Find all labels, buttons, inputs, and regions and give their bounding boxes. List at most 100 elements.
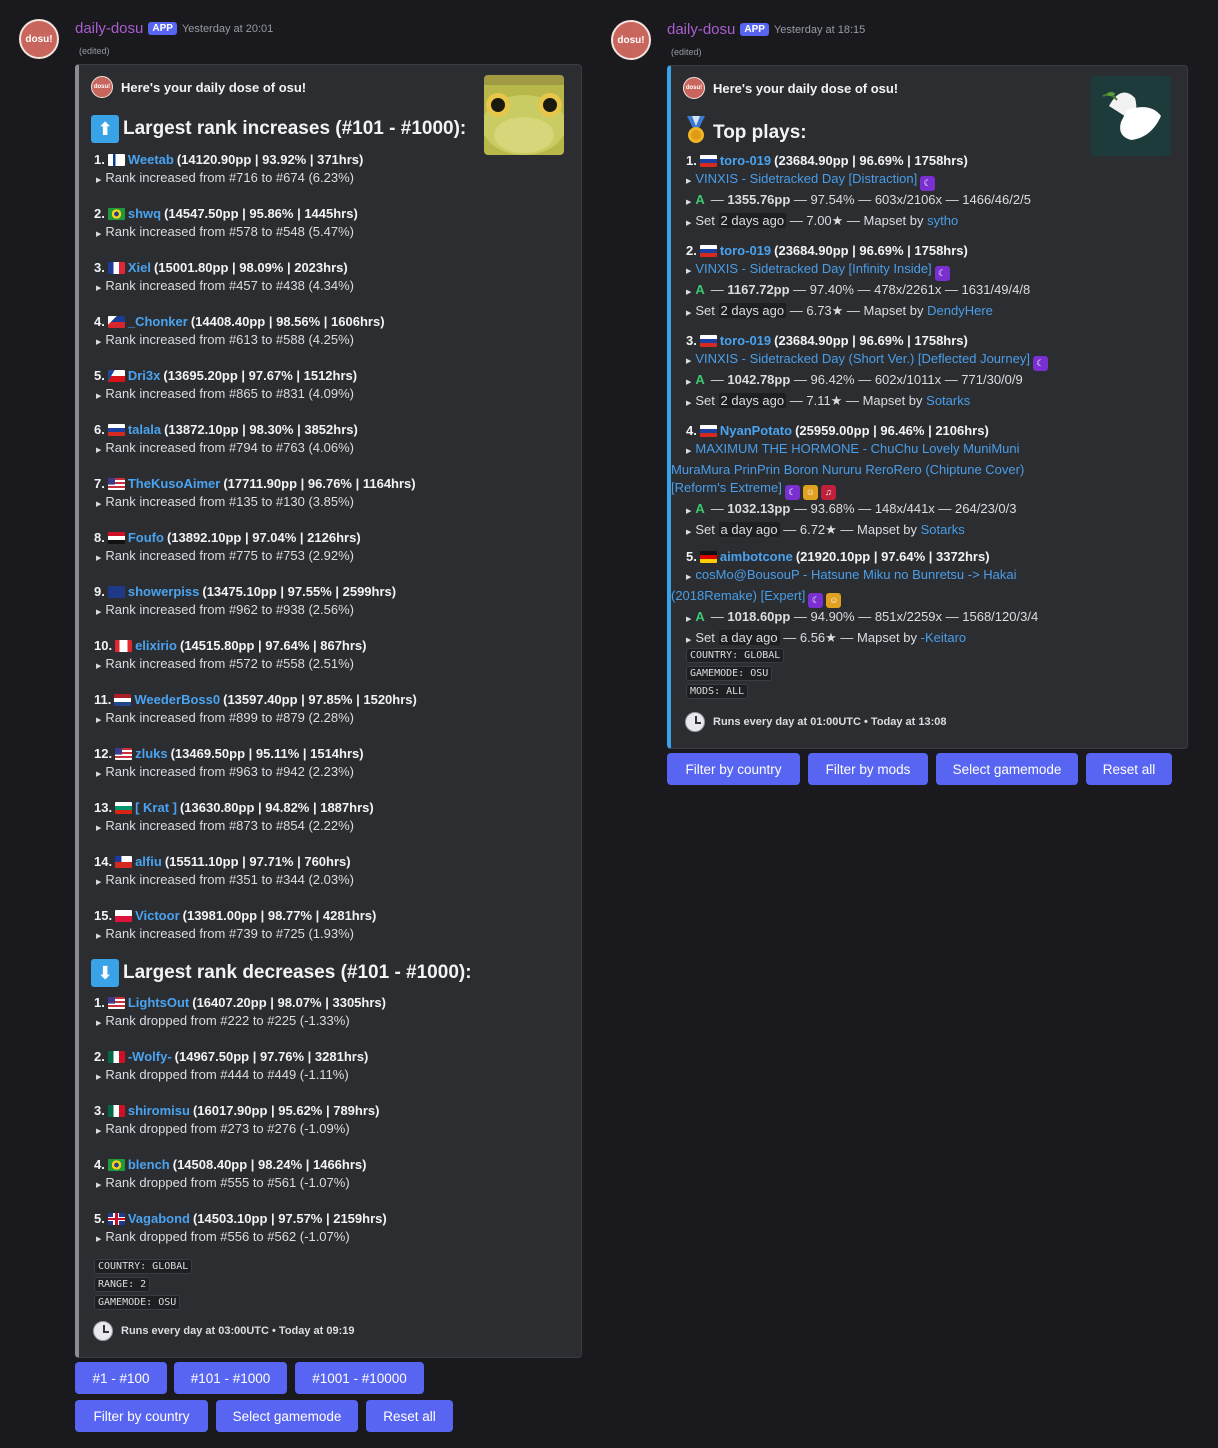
top-plays-title: Top plays: <box>683 116 807 150</box>
username-link[interactable]: Weetab <box>128 151 174 169</box>
clock-icon <box>685 712 705 732</box>
bullet-icon: ▶ <box>686 199 692 206</box>
increases-title-text: Largest rank increases (#101 - #1000): <box>123 118 467 139</box>
reset-all-button[interactable]: Reset all <box>1086 753 1172 785</box>
score-dash: — <box>710 282 728 297</box>
mapper-link[interactable]: DendyHere <box>927 303 993 318</box>
code-gamemode: GAMEMODE: OSU <box>94 1295 181 1310</box>
set-row: ▶ Set 2 days ago — 6.73★ — Mapset by Dend… <box>686 302 1030 323</box>
username-link[interactable]: -Wolfy- <box>128 1048 172 1066</box>
rank-change-text: Rank increased from #963 to #942 (2.23%) <box>105 764 354 779</box>
beatmap-link[interactable]: cosMo@BousouP - Hatsune Miku no Bunretsu… <box>695 567 1016 582</box>
mapper-link[interactable]: Sotarks <box>921 522 965 537</box>
rank-change-text: Rank increased from #613 to #588 (4.25%) <box>105 332 354 347</box>
set-time[interactable]: a day ago <box>718 522 780 537</box>
bullet-icon: ▶ <box>686 268 692 275</box>
username-link[interactable]: TheKusoAimer <box>128 475 220 493</box>
username-link[interactable]: elixirio <box>135 637 177 655</box>
beatmap-link[interactable]: VINXIS - Sidetracked Day [Distraction] <box>695 171 917 186</box>
range-1001-10000-button[interactable]: #1001 - #10000 <box>295 1362 424 1394</box>
dove-thumbnail[interactable] <box>1091 76 1171 156</box>
username-link[interactable]: Vagabond <box>128 1210 190 1228</box>
username-link[interactable]: shiromisu <box>128 1102 190 1120</box>
mapper-link[interactable]: sytho <box>927 213 958 228</box>
range-101-1000-button[interactable]: #101 - #1000 <box>174 1362 287 1394</box>
username-link[interactable]: toro-019 <box>720 242 771 260</box>
flag-ru-icon <box>699 245 717 257</box>
username-link[interactable]: _Chonker <box>128 313 188 331</box>
entry-detail: ▶ Rank increased from #351 to #344 (2.03%… <box>94 871 354 892</box>
beatmap-link[interactable]: MuraMura PrinPrin Boron Nururu ReroRero … <box>671 462 1024 477</box>
username-link[interactable]: Foufo <box>128 529 164 547</box>
username-link[interactable]: Dri3x <box>128 367 161 385</box>
frog-thumbnail[interactable] <box>484 75 564 155</box>
decrease-entry: 3. shiromisu (16017.90pp | 95.62% | 789hrs… <box>94 1102 379 1141</box>
flag-au-icon <box>107 586 125 598</box>
flag-ca-icon <box>115 640 133 652</box>
entry-header: 15. Victoor (13981.00pp | 98.77% | 4281hrs… <box>94 907 376 925</box>
play-header: 5. aimbotcone (21920.10pp | 97.64% | 3372h… <box>686 548 1038 566</box>
set-time[interactable]: 2 days ago <box>718 213 787 228</box>
set-time[interactable]: 2 days ago <box>718 393 787 408</box>
beatmap-link[interactable]: VINXIS - Sidetracked Day [Infinity Insid… <box>695 261 931 276</box>
beatmap-link[interactable]: MAXIMUM THE HORMONE - ChuChu Lovely Muni… <box>695 441 1019 456</box>
flag-de-icon <box>699 551 717 563</box>
username-link[interactable]: showerpiss <box>128 583 200 601</box>
bot-avatar[interactable]: dosu! <box>611 20 651 60</box>
score-dash: — <box>710 372 728 387</box>
username-link[interactable]: alfiu <box>135 853 162 871</box>
username-link[interactable]: WeederBoss0 <box>134 691 220 709</box>
filter-by-country-button[interactable]: Filter by country <box>667 753 800 785</box>
bot-avatar[interactable]: dosu! <box>19 19 59 59</box>
reset-all-button[interactable]: Reset all <box>366 1400 453 1432</box>
increase-entry: 13. [ Krat ] (13630.80pp | 94.82% | 1887hr… <box>94 799 374 838</box>
username-link[interactable]: [ Krat ] <box>135 799 177 817</box>
timestamp[interactable]: Yesterday at 20:01 <box>182 23 273 35</box>
set-time[interactable]: 2 days ago <box>718 303 787 318</box>
beatmap-row: [Reform's Extreme] ☾ ☺ ♫ <box>671 479 1024 500</box>
player-stats: (14967.50pp | 97.76% | 3281hrs) <box>174 1049 369 1064</box>
bot-name[interactable]: daily-dosu <box>667 21 735 38</box>
username-link[interactable]: zluks <box>135 745 168 763</box>
beatmap-link[interactable]: [Reform's Extreme] <box>671 480 782 495</box>
set-prefix: Set <box>695 393 719 408</box>
filter-by-country-button[interactable]: Filter by country <box>75 1400 208 1432</box>
mapper-link[interactable]: Sotarks <box>926 393 970 408</box>
entry-detail: ▶ Rank increased from #457 to #438 (4.34%… <box>94 277 354 298</box>
username-link[interactable]: toro-019 <box>720 332 771 350</box>
set-info: — 6.72★ — Mapset by <box>779 522 921 537</box>
bullet-icon: ▶ <box>686 616 692 623</box>
entry-detail: ▶ Rank increased from #578 to #548 (5.47%… <box>94 223 358 244</box>
select-gamemode-button[interactable]: Select gamemode <box>216 1400 358 1432</box>
set-time[interactable]: a day ago <box>718 630 780 645</box>
rank-a-icon: A <box>695 501 705 516</box>
username-link[interactable]: NyanPotato <box>720 422 792 440</box>
username-link[interactable]: aimbotcone <box>720 548 793 566</box>
author-text: Here's your daily dose of osu! <box>121 79 307 95</box>
username-link[interactable]: toro-019 <box>720 152 771 170</box>
timestamp[interactable]: Yesterday at 18:15 <box>774 24 865 36</box>
bullet-icon: ▶ <box>96 1020 102 1027</box>
beatmap-link[interactable]: VINXIS - Sidetracked Day (Short Ver.) [D… <box>695 351 1030 366</box>
player-stats: (13597.40pp | 97.85% | 1520hrs) <box>223 692 417 707</box>
username-link[interactable]: LightsOut <box>128 994 189 1012</box>
flag-mx-icon <box>107 1051 125 1063</box>
set-info: — 7.00★ — Mapset by <box>786 213 928 228</box>
username-link[interactable]: shwq <box>128 205 161 223</box>
entry-header: 4. blench (14508.40pp | 98.24% | 1466hrs) <box>94 1156 366 1174</box>
username-link[interactable]: Xiel <box>128 259 151 277</box>
bullet-icon: ▶ <box>96 555 102 562</box>
entry-detail: ▶ Rank increased from #963 to #942 (2.23%… <box>94 763 364 784</box>
username-link[interactable]: blench <box>128 1156 170 1174</box>
select-gamemode-button[interactable]: Select gamemode <box>936 753 1078 785</box>
bot-name[interactable]: daily-dosu <box>75 20 143 37</box>
bullet-icon: ▶ <box>686 529 692 536</box>
play-rank-number: 3. <box>686 333 697 348</box>
entry-detail: ▶ Rank increased from #873 to #854 (2.22%… <box>94 817 374 838</box>
beatmap-link[interactable]: (2018Remake) [Expert] <box>671 588 805 603</box>
username-link[interactable]: talala <box>128 421 161 439</box>
range-1-100-button[interactable]: #1 - #100 <box>75 1362 167 1394</box>
filter-by-mods-button[interactable]: Filter by mods <box>808 753 928 785</box>
mapper-link[interactable]: -Keitaro <box>921 630 967 645</box>
username-link[interactable]: Victoor <box>135 907 180 925</box>
